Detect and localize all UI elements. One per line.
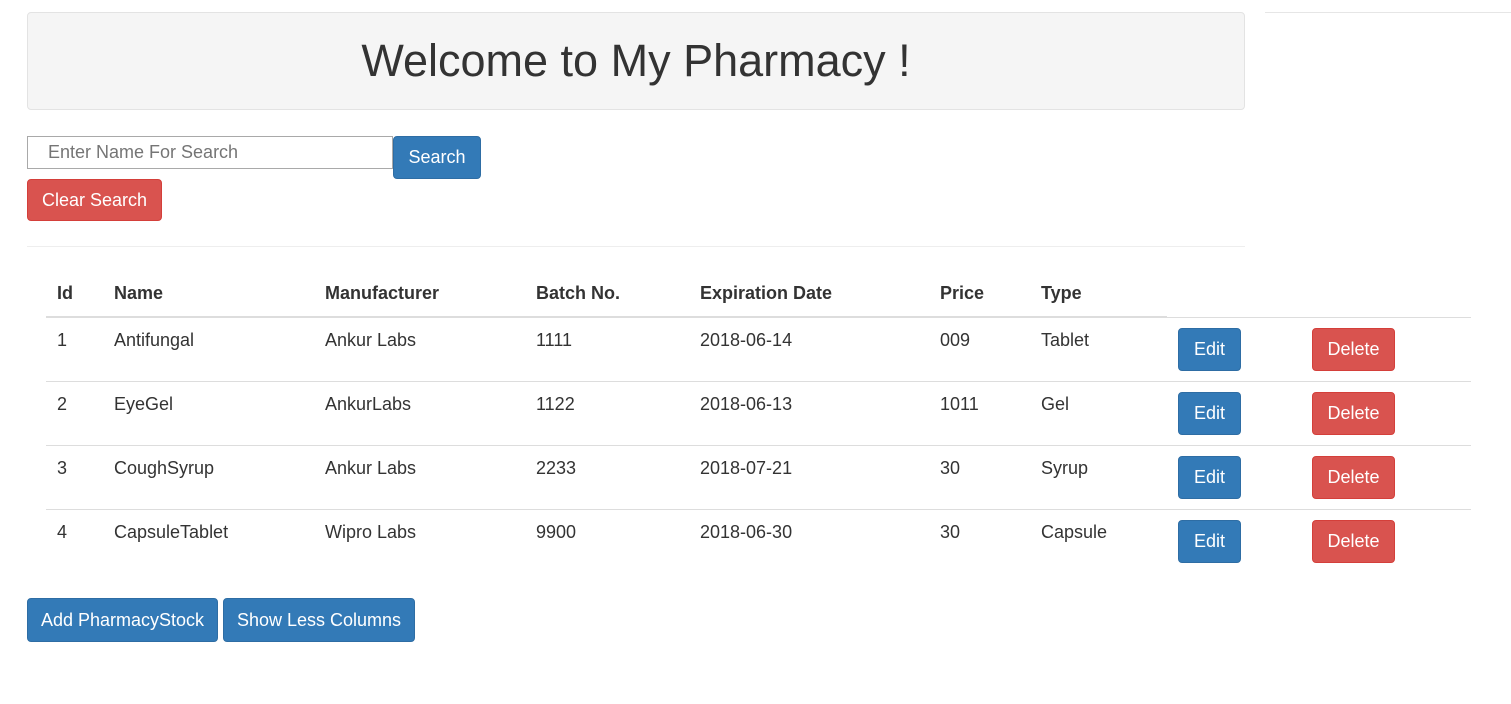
column-header-id: Id <box>46 270 103 318</box>
cell-expiration: 2018-07-21 <box>689 444 929 509</box>
divider <box>27 246 1245 247</box>
cell-price: 30 <box>929 444 1030 509</box>
cell-price: 1011 <box>929 380 1030 445</box>
cell-delete: Delete <box>1301 317 1471 381</box>
page-title: Welcome to My Pharmacy ! <box>361 35 911 86</box>
cell-edit: Edit <box>1167 444 1301 509</box>
delete-button[interactable]: Delete <box>1312 391 1395 435</box>
cell-batch: 1111 <box>536 330 573 350</box>
cell-edit: Edit <box>1167 508 1301 573</box>
cell-manufacturer: Wipro Labs <box>314 508 525 573</box>
column-header-edit <box>1167 270 1301 318</box>
cell-type: Syrup <box>1030 444 1167 509</box>
cell-delete: Delete <box>1301 508 1471 573</box>
delete-button[interactable]: Delete <box>1312 327 1395 371</box>
search-input[interactable] <box>27 136 393 169</box>
cell-type: Capsule <box>1030 508 1167 573</box>
cell-expiration: 2018-06-13 <box>689 380 929 445</box>
delete-button[interactable]: Delete <box>1312 455 1395 499</box>
top-divider <box>1265 12 1511 13</box>
table-row: 1 Antifungal Ankur Labs 1111 2018-06-14 … <box>46 317 1471 381</box>
column-header-name: Name <box>103 270 314 318</box>
cell-delete: Delete <box>1301 380 1471 445</box>
show-less-columns-button[interactable]: Show Less Columns <box>223 598 415 642</box>
edit-button[interactable]: Edit <box>1178 391 1241 435</box>
cell-id: 3 <box>46 444 103 509</box>
table-row: 4 CapsuleTablet Wipro Labs 9900 2018-06-… <box>46 508 1471 573</box>
search-button[interactable]: Search <box>393 136 481 179</box>
column-header-price: Price <box>929 270 1030 318</box>
table-header-row: Id Name Manufacturer Batch No. Expiratio… <box>46 270 1471 318</box>
cell-delete: Delete <box>1301 444 1471 509</box>
edit-button[interactable]: Edit <box>1178 519 1241 563</box>
column-header-type: Type <box>1030 270 1167 318</box>
cell-batch: 2233 <box>525 444 689 509</box>
edit-button[interactable]: Edit <box>1178 327 1241 371</box>
column-header-batch: Batch No. <box>525 270 689 318</box>
cell-manufacturer: Ankur Labs <box>314 444 525 509</box>
cell-name: EyeGel <box>103 380 314 445</box>
table-row: 2 EyeGel AnkurLabs 1122 2018-06-13 1011 … <box>46 380 1471 445</box>
cell-id: 4 <box>46 508 103 573</box>
cell-batch: 1122 <box>525 380 689 445</box>
cell-id: 2 <box>46 380 103 445</box>
cell-type: Gel <box>1030 380 1167 445</box>
clear-search-button[interactable]: Clear Search <box>27 179 162 221</box>
column-header-expiration: Expiration Date <box>689 270 929 318</box>
edit-button[interactable]: Edit <box>1178 455 1241 499</box>
cell-type: Tablet <box>1041 330 1090 350</box>
cell-name: CapsuleTablet <box>103 508 314 573</box>
column-header-delete <box>1301 270 1471 318</box>
table-row: 3 CoughSyrup Ankur Labs 2233 2018-07-21 … <box>46 444 1471 509</box>
welcome-banner: Welcome to My Pharmacy ! <box>27 12 1245 110</box>
cell-expiration: 2018-06-30 <box>689 508 929 573</box>
cell-name: Antifungal <box>114 330 195 350</box>
cell-name: CoughSyrup <box>103 444 314 509</box>
cell-edit: Edit <box>1167 317 1301 381</box>
cell-edit: Edit <box>1167 380 1301 445</box>
cell-expiration: 2018-06-14 <box>700 330 793 350</box>
pharmacy-stock-table: Id Name Manufacturer Batch No. Expiratio… <box>46 270 1471 573</box>
add-pharmacy-stock-button[interactable]: Add PharmacyStock <box>27 598 218 642</box>
cell-batch: 9900 <box>525 508 689 573</box>
cell-id: 1 <box>57 330 68 350</box>
delete-button[interactable]: Delete <box>1312 519 1395 563</box>
cell-price: 30 <box>929 508 1030 573</box>
cell-manufacturer: AnkurLabs <box>314 380 525 445</box>
column-header-manufacturer: Manufacturer <box>314 270 525 318</box>
cell-price: 009 <box>940 330 971 350</box>
cell-manufacturer: Ankur Labs <box>325 330 417 350</box>
